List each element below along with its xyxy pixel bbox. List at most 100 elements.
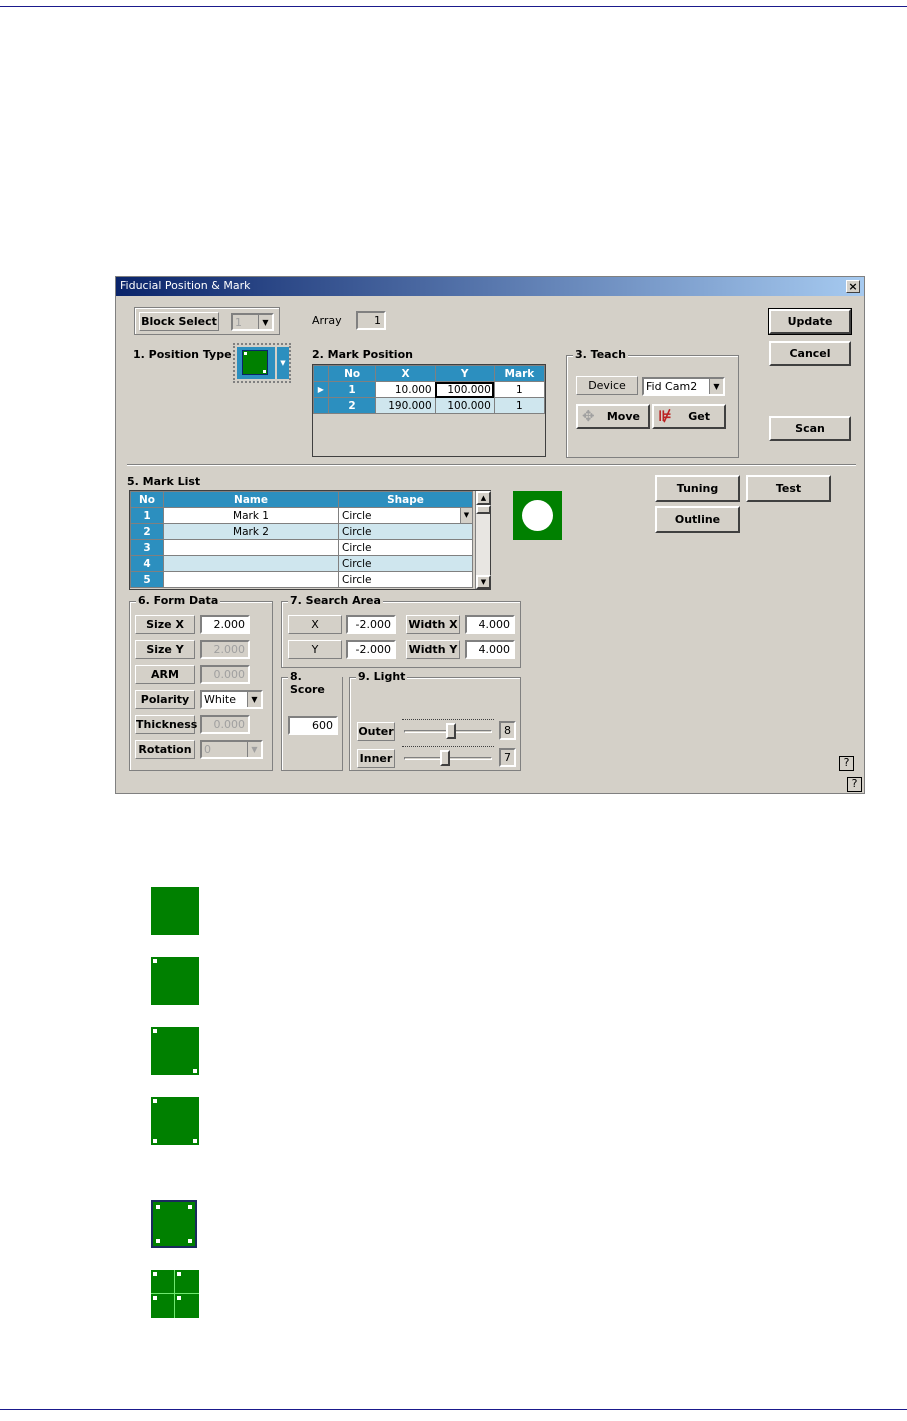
rotation-label: Rotation	[135, 740, 195, 759]
rotation-value: 0	[204, 743, 211, 756]
section-divider	[127, 464, 856, 466]
thickness-input[interactable]: 0.000	[200, 715, 250, 734]
move-button[interactable]: ✥ Move	[576, 404, 650, 429]
col-no: No	[327, 365, 377, 382]
score-input[interactable]: 600	[288, 716, 338, 735]
col-x: X	[375, 365, 436, 382]
dialog-title: Fiducial Position & Mark	[120, 279, 251, 292]
polarity-dropdown[interactable]: White ▼	[200, 690, 263, 709]
position-type-dropdown[interactable]: ▼	[233, 343, 291, 383]
size-x-input[interactable]: 2.000	[200, 615, 250, 634]
fiducial-dialog: Fiducial Position & Mark × Block Select …	[115, 276, 865, 794]
mark-list-label: 5. Mark List	[127, 475, 201, 488]
device-dropdown[interactable]: Fid Cam2 ▼	[642, 377, 725, 396]
size-y-input[interactable]: 2.000	[200, 640, 250, 659]
form-data-label: 6. Form Data	[136, 594, 221, 607]
size-y-label: Size Y	[135, 640, 195, 659]
outer-slider-thumb[interactable]	[446, 723, 456, 739]
width-y-input[interactable]: 4.000	[465, 640, 515, 659]
arm-input[interactable]: 0.000	[200, 665, 250, 684]
rotation-dropdown[interactable]: 0 ▼	[200, 740, 263, 759]
search-x-label: X	[288, 615, 342, 634]
table-row[interactable]: 5 Circle	[130, 571, 473, 588]
mark-list-scrollbar[interactable]: ▲ ▼	[475, 491, 491, 589]
inner-label: Inner	[357, 749, 395, 768]
col-name: Name	[163, 491, 339, 508]
array-label: Array	[312, 314, 342, 327]
table-row[interactable]: 3 Circle	[130, 539, 473, 556]
outer-value: 8	[499, 721, 516, 740]
square-one-corner-icon	[151, 957, 199, 1005]
close-button[interactable]: ×	[846, 280, 860, 293]
search-x-input[interactable]: -2.000	[346, 615, 396, 634]
col-y: Y	[434, 365, 495, 382]
outer-slider[interactable]	[402, 718, 494, 740]
size-x-label: Size X	[135, 615, 195, 634]
chevron-down-icon: ▼	[247, 692, 261, 707]
search-y-label: Y	[288, 640, 342, 659]
mark-list-grid[interactable]: No Name Shape 1 Mark 1 Circle ▼ 2 Mark 2 …	[129, 490, 491, 590]
width-y-label: Width Y	[406, 640, 460, 659]
teach-label: 3. Teach	[573, 348, 628, 361]
table-row[interactable]: 2 Mark 2 Circle	[130, 523, 473, 540]
mark-preview	[513, 491, 562, 540]
help-button-secondary[interactable]: ?	[847, 777, 862, 792]
table-row[interactable]: ▶ 1 10.000 100.000 1	[313, 381, 546, 398]
array-value: 1	[356, 311, 386, 330]
width-x-input[interactable]: 4.000	[465, 615, 515, 634]
teach-group: 3. Teach Device Fid Cam2 ▼ ✥ Move ⊯ Get	[566, 348, 739, 458]
square-icon	[242, 350, 268, 375]
update-button[interactable]: Update	[768, 308, 852, 335]
search-y-input[interactable]: -2.000	[346, 640, 396, 659]
top-rule	[0, 6, 907, 7]
table-row[interactable]: 2 190.000 100.000 1	[313, 397, 546, 414]
search-area-group: 7. Search Area X -2.000 Width X 4.000 Y …	[281, 594, 521, 668]
mark-position-table: No X Y Mark ▶ 1 10.000 100.000 1 2 190.0…	[313, 365, 546, 414]
table-row[interactable]: 4 Circle	[130, 555, 473, 572]
mark-position-grid[interactable]: No X Y Mark ▶ 1 10.000 100.000 1 2 190.0…	[312, 364, 546, 457]
polarity-label: Polarity	[135, 690, 195, 709]
device-label: Device	[576, 376, 638, 395]
polarity-value: White	[204, 693, 236, 706]
col-no: No	[130, 491, 164, 508]
block-select-dropdown[interactable]: 1 ▼	[231, 313, 274, 331]
chevron-down-icon: ▼	[277, 347, 289, 379]
scroll-down-icon[interactable]: ▼	[476, 575, 491, 589]
row-selector-icon: ▶	[313, 381, 329, 398]
mark-list-table: No Name Shape 1 Mark 1 Circle ▼ 2 Mark 2 …	[130, 491, 473, 588]
table-row[interactable]: 1 Mark 1 Circle ▼	[130, 507, 473, 524]
light-group: 9. Light Outer 8 Inner 7	[349, 670, 521, 771]
position-type-label: 1. Position Type	[133, 348, 232, 361]
inner-slider[interactable]	[402, 745, 494, 767]
col-mark: Mark	[493, 365, 546, 382]
chevron-down-icon: ▼	[258, 315, 272, 329]
chevron-down-icon[interactable]: ▼	[460, 508, 472, 523]
form-data-group: 6. Form Data Size X 2.000 Size Y 2.000 A…	[129, 594, 273, 771]
arm-label: ARM	[135, 665, 195, 684]
square-four-corners-framed-icon	[151, 1200, 197, 1248]
position-type-preview	[237, 347, 275, 379]
get-button[interactable]: ⊯ Get	[652, 404, 726, 429]
scroll-up-icon[interactable]: ▲	[476, 491, 491, 505]
thickness-label: Thickness	[135, 715, 197, 734]
position-chart-icon: ⊯	[658, 407, 672, 425]
col-shape: Shape	[338, 491, 473, 508]
cancel-button[interactable]: Cancel	[769, 341, 851, 366]
block-select-value: 1	[235, 316, 242, 329]
tuning-button[interactable]: Tuning	[655, 475, 740, 502]
test-button[interactable]: Test	[746, 475, 831, 502]
scan-button[interactable]: Scan	[769, 416, 851, 441]
inner-slider-thumb[interactable]	[440, 750, 450, 766]
circle-mark-icon	[522, 500, 553, 531]
search-area-label: 7. Search Area	[288, 594, 383, 607]
square-three-corners-icon	[151, 1097, 199, 1145]
help-button[interactable]: ?	[839, 756, 854, 771]
square-no-corners-icon	[151, 887, 199, 935]
square-two-corners-icon	[151, 1027, 199, 1075]
outer-label: Outer	[357, 722, 395, 741]
scroll-thumb[interactable]	[476, 505, 491, 514]
light-label: 9. Light	[356, 670, 408, 683]
chevron-down-icon: ▼	[247, 742, 261, 757]
score-group: 8. Score 600	[281, 670, 343, 771]
outline-button[interactable]: Outline	[655, 506, 740, 533]
